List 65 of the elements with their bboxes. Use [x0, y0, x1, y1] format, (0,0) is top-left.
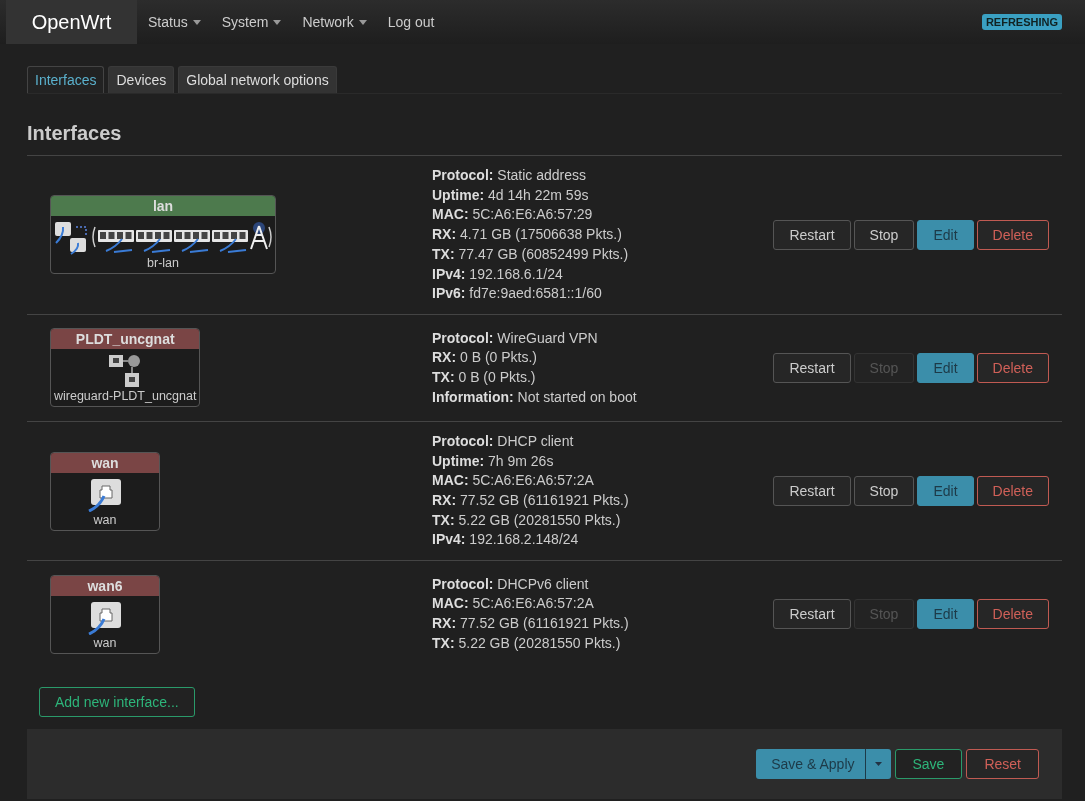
status-detail: MAC: 5C:A6:E6:A6:57:2A	[432, 471, 595, 491]
action-button[interactable]: Restart	[773, 352, 851, 383]
action-button[interactable]: Edit	[917, 599, 974, 630]
action-button[interactable]: Restart	[773, 476, 851, 507]
menu-item[interactable]: Log out	[387, 14, 445, 30]
action-button[interactable]: Restart	[773, 219, 851, 250]
caret-icon	[192, 19, 201, 25]
status-detail: Protocol: DHCPv6 client	[432, 574, 590, 594]
tunnel-device-drawing	[108, 354, 143, 389]
action-button[interactable]: Stop	[853, 476, 915, 507]
status-detail: TX: 0 B (0 Pkts.)	[432, 367, 537, 387]
status-detail: Information: Not started on boot	[432, 387, 638, 407]
status-detail: RX: 4.71 GB (17506638 Pkts.)	[432, 225, 623, 245]
footer-button[interactable]: Reset	[966, 749, 1039, 780]
device-name: wireguard-PLDT_uncgnat	[54, 389, 197, 404]
status-detail: IPv6: fd7e:9aed:6581::1/60	[432, 284, 603, 304]
section-heading: Interfaces	[27, 122, 123, 145]
interface-name: PLDT_uncgnat	[51, 329, 200, 350]
status-detail: Protocol: DHCP client	[432, 431, 575, 451]
save-apply-label[interactable]: Save & Apply	[756, 749, 866, 780]
device-name: br-lan	[147, 256, 179, 271]
action-button[interactable]: Delete	[976, 476, 1049, 507]
footer-button[interactable]: Save	[894, 749, 963, 780]
action-button[interactable]: Delete	[976, 219, 1049, 250]
interface-name: lan	[51, 196, 275, 217]
status-detail: RX: 77.52 GB (61161921 Pkts.)	[432, 491, 630, 511]
interface-name: wan	[51, 452, 159, 473]
caret-icon[interactable]	[874, 762, 882, 767]
menu-item[interactable]: Network	[302, 14, 377, 30]
status-detail: MAC: 5C:A6:E6:A6:57:2A	[432, 594, 595, 614]
status-detail: Uptime: 7h 9m 26s	[432, 451, 555, 471]
status-detail: RX: 0 B (0 Pkts.)	[432, 348, 539, 368]
status-detail: TX: 5.22 GB (20281550 Pkts.)	[432, 633, 622, 653]
ethernet-port-icon	[88, 477, 122, 512]
menu-item[interactable]: Status	[148, 14, 211, 30]
ethernet-port-icon	[88, 600, 122, 635]
status-detail: Uptime: 4d 14h 22m 59s	[432, 185, 590, 205]
status-detail: Protocol: WireGuard VPN	[432, 328, 599, 348]
tab[interactable]: Interfaces	[27, 66, 105, 93]
action-button[interactable]: Stop	[853, 219, 915, 250]
status-detail: TX: 77.47 GB (60852499 Pkts.)	[432, 244, 630, 264]
action-button[interactable]: Edit	[917, 219, 974, 250]
status-detail: RX: 77.52 GB (61161921 Pkts.)	[432, 614, 630, 634]
tab[interactable]: Global network options	[178, 66, 337, 93]
status-badge: REFRESHING	[981, 14, 1062, 30]
interface-name: wan6	[51, 575, 159, 596]
add-interface-button[interactable]: Add new interface...	[39, 687, 195, 718]
menu-item[interactable]: System	[221, 14, 292, 30]
status-detail: IPv4: 192.168.2.148/24	[432, 530, 580, 550]
status-detail: IPv4: 192.168.6.1/24	[432, 264, 564, 284]
action-button[interactable]: Edit	[917, 476, 974, 507]
split-button[interactable]: Save & Apply	[756, 749, 891, 780]
tab[interactable]: Devices	[108, 66, 175, 93]
status-detail: TX: 5.22 GB (20281550 Pkts.)	[432, 510, 622, 530]
action-button[interactable]: Delete	[976, 599, 1049, 630]
status-detail: MAC: 5C:A6:E6:A6:57:29	[432, 205, 594, 225]
caret-icon	[358, 19, 367, 25]
brand-logo[interactable]: OpenWrt	[6, 0, 137, 44]
status-detail: Protocol: Static address	[432, 166, 588, 185]
caret-icon	[273, 19, 282, 25]
action-button[interactable]: Edit	[917, 352, 974, 383]
action-button[interactable]: Delete	[976, 352, 1049, 383]
device-name: wan	[93, 635, 117, 650]
action-button[interactable]: Restart	[773, 599, 851, 630]
device-name: wan	[93, 512, 117, 527]
